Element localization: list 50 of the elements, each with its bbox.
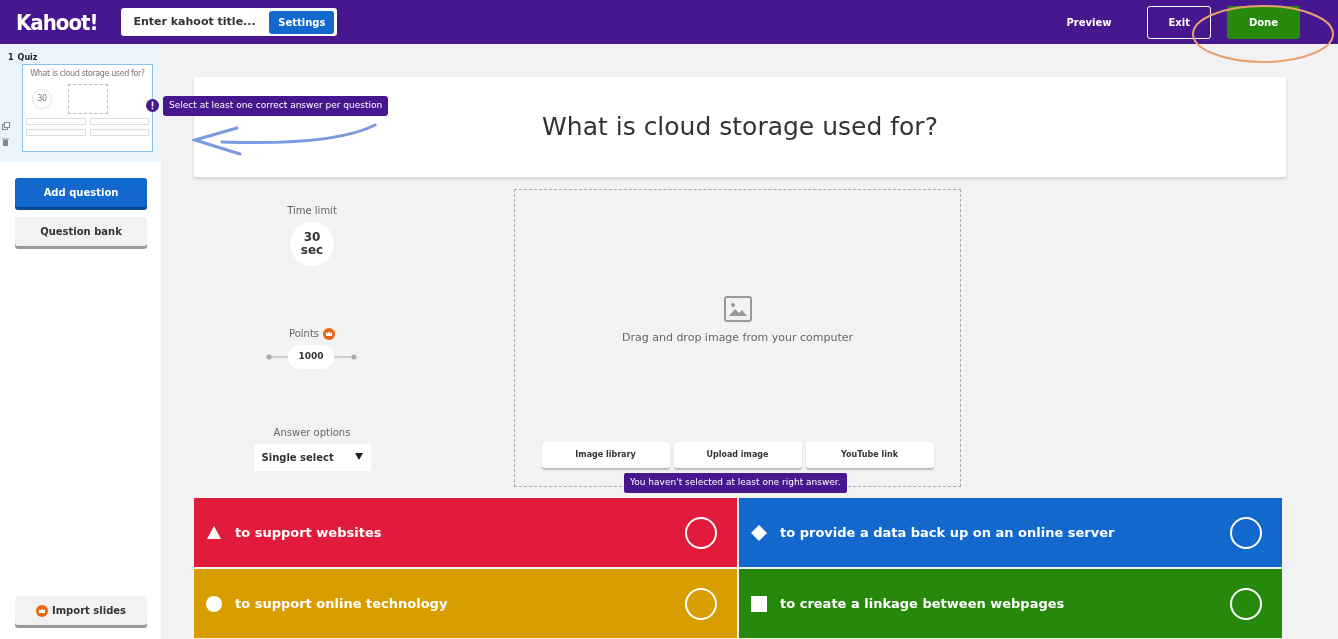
drop-hint: Drag and drop image from your computer xyxy=(622,330,853,346)
square-icon xyxy=(751,595,767,612)
time-limit-selector[interactable]: 30 sec xyxy=(290,222,334,266)
title-field[interactable]: Enter kahoot title... Settings xyxy=(121,8,338,36)
settings-button[interactable]: Settings xyxy=(269,10,335,34)
crown-icon xyxy=(323,327,335,340)
answer-options-label: Answer options xyxy=(273,425,351,440)
add-question-button[interactable]: Add question xyxy=(15,178,147,207)
thumbnail-image-placeholder xyxy=(68,84,108,114)
points-selector[interactable]: 1000 xyxy=(288,345,334,369)
slide-number: 1 xyxy=(8,52,14,64)
trash-icon[interactable] xyxy=(2,138,9,146)
points-label: Points xyxy=(288,327,319,341)
thumbnail-question: What is cloud storage used for? xyxy=(29,68,146,80)
correct-answer-toggle[interactable] xyxy=(1230,516,1262,549)
warning-icon xyxy=(146,99,159,113)
time-limit-label: Time limit xyxy=(287,204,337,218)
slider-right-icon[interactable] xyxy=(333,353,358,360)
thumbnail-answer xyxy=(89,118,149,125)
question-bank-button[interactable]: Question bank xyxy=(15,217,147,246)
exit-button[interactable]: Exit xyxy=(1147,5,1211,39)
slider-left-icon[interactable] xyxy=(266,353,289,360)
answer-options-dropdown[interactable]: Single select xyxy=(253,443,371,471)
media-button[interactable]: Upload image xyxy=(673,442,802,468)
import-slides-button[interactable]: Import slides xyxy=(15,596,147,625)
correct-answer-toggle[interactable] xyxy=(685,516,717,549)
correct-answer-toggle[interactable] xyxy=(685,587,717,620)
answer-tile[interactable]: to create a linkage between webpages xyxy=(739,569,1282,638)
thumbnail-answer xyxy=(26,118,86,125)
answer-tile[interactable]: to provide a data back up on an online server xyxy=(739,498,1282,567)
triangle-icon xyxy=(206,524,222,541)
image-icon xyxy=(723,296,752,322)
preview-button[interactable]: Preview xyxy=(1046,6,1132,38)
thumbnail-answer xyxy=(89,129,149,136)
slide-thumbnail[interactable]: What is cloud storage used for? 30 xyxy=(22,64,153,152)
media-button[interactable]: Image library xyxy=(541,442,670,468)
answer-tile[interactable]: to support websites xyxy=(194,498,737,567)
thumbnail-answer xyxy=(26,129,86,136)
done-button[interactable]: Done xyxy=(1226,5,1300,39)
logo: Kahoot! xyxy=(16,8,98,37)
caret-icon xyxy=(354,452,363,460)
correct-answer-toggle[interactable] xyxy=(1230,587,1262,620)
tooltip: You haven't selected at least one right answer. xyxy=(624,473,847,493)
duplicate-icon[interactable] xyxy=(2,122,10,130)
slide-type: Quiz xyxy=(17,52,38,64)
diamond-icon xyxy=(751,524,767,541)
crown-icon xyxy=(35,604,48,617)
warning-tooltip: Select at least one correct answer per question xyxy=(163,96,389,116)
circle-icon xyxy=(206,595,222,612)
media-button[interactable]: YouTube link xyxy=(805,442,934,468)
